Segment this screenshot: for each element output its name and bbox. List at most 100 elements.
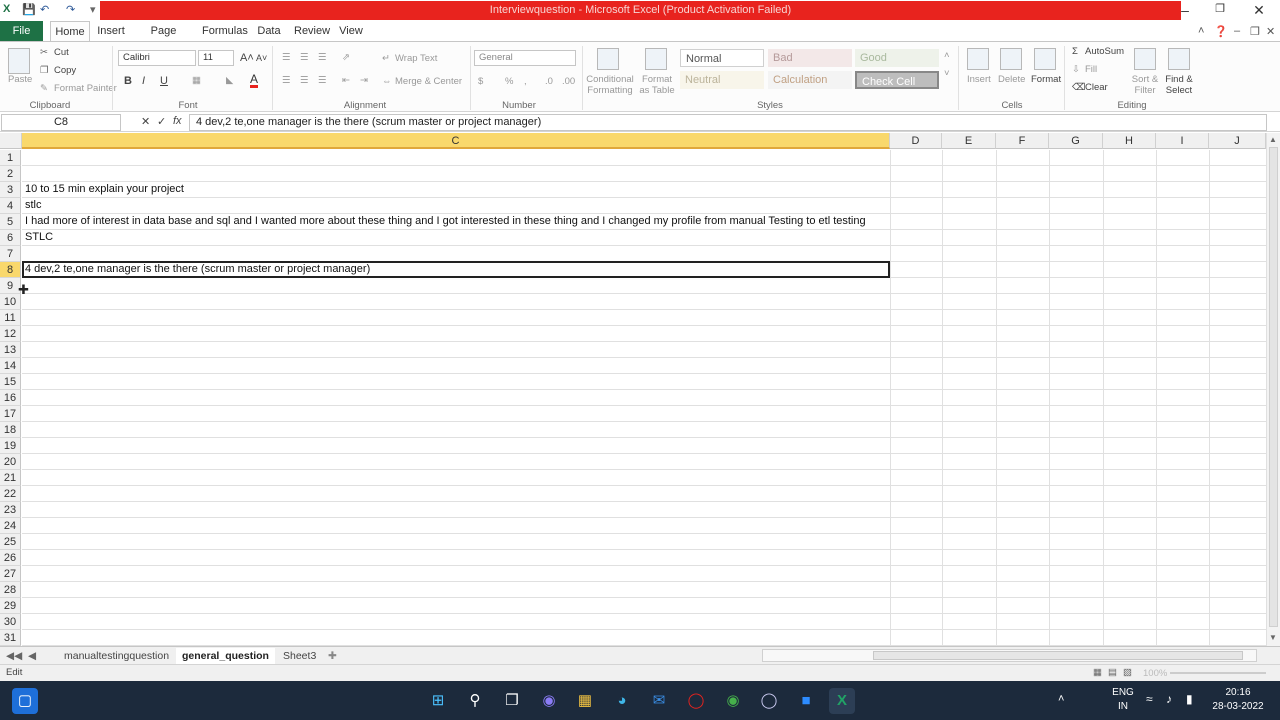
fill-color-icon[interactable]: ◣: [226, 75, 233, 86]
scroll-down-icon[interactable]: ▼: [1269, 633, 1277, 642]
fill-icon[interactable]: ⇩: [1072, 64, 1080, 75]
row-header[interactable]: 5: [0, 214, 21, 230]
chat-icon[interactable]: ◉: [536, 688, 562, 714]
tab-view[interactable]: View: [338, 21, 364, 41]
browser-icon[interactable]: ◯: [756, 688, 782, 714]
copy-button[interactable]: Copy: [54, 65, 76, 76]
row-header[interactable]: 8: [0, 262, 21, 278]
styles-scroll-down-icon[interactable]: ˅: [944, 68, 950, 79]
scroll-up-icon[interactable]: ▲: [1269, 135, 1277, 144]
row-header[interactable]: 14: [0, 358, 21, 374]
orientation-icon[interactable]: ⇗: [342, 52, 350, 63]
tab-formulas[interactable]: Formulas: [202, 21, 248, 41]
clock-time[interactable]: 20:16: [1208, 687, 1268, 698]
number-format-select[interactable]: General: [474, 50, 576, 66]
excel-taskbar-icon[interactable]: X: [829, 688, 855, 714]
delete-cells-icon[interactable]: [1000, 48, 1022, 70]
row-header[interactable]: 24: [0, 518, 21, 534]
cell-c4[interactable]: stlc: [25, 197, 42, 213]
start-icon[interactable]: ⊞: [425, 688, 451, 714]
row-header[interactable]: 30: [0, 614, 21, 630]
comma-icon[interactable]: ,: [524, 76, 527, 87]
minimize-icon[interactable]: –: [1170, 2, 1200, 20]
help-icon[interactable]: ❓: [1214, 25, 1228, 38]
name-box[interactable]: C8: [1, 114, 121, 131]
tab-review[interactable]: Review: [294, 21, 330, 41]
style-check-cell[interactable]: Check Cell: [855, 71, 939, 89]
zoom-level[interactable]: 100%: [1143, 668, 1167, 679]
doc-minimize-icon[interactable]: –: [1234, 25, 1240, 37]
row-header[interactable]: 22: [0, 486, 21, 502]
cut-icon[interactable]: ✂: [40, 47, 48, 58]
tab-page-layout[interactable]: Page Layout: [136, 21, 191, 57]
row-header[interactable]: 16: [0, 390, 21, 406]
conditional-formatting-button[interactable]: Conditional Formatting: [586, 74, 634, 96]
redo-icon[interactable]: ↷: [66, 3, 75, 16]
formula-input[interactable]: 4 dev,2 te,one manager is the there (scr…: [189, 114, 1267, 131]
styles-scroll-up-icon[interactable]: ˄: [944, 50, 950, 61]
align-top-icon[interactable]: ☰: [282, 52, 291, 63]
insert-cells-icon[interactable]: [967, 48, 989, 70]
font-name-select[interactable]: Calibri: [118, 50, 196, 66]
style-normal[interactable]: Normal: [680, 49, 764, 67]
mail-icon[interactable]: ✉: [646, 688, 672, 714]
underline-button[interactable]: U: [160, 75, 168, 87]
minimize-ribbon-icon[interactable]: ˄: [1198, 25, 1204, 37]
insert-sheet-icon[interactable]: ✚: [322, 648, 343, 664]
sheet-nav-prev-icon[interactable]: ◀: [22, 648, 42, 664]
volume-icon[interactable]: ♪: [1166, 692, 1172, 706]
vertical-scroll-thumb[interactable]: [1269, 147, 1278, 627]
doc-close-icon[interactable]: ✕: [1266, 25, 1275, 38]
currency-icon[interactable]: $: [478, 76, 483, 87]
row-header[interactable]: 20: [0, 454, 21, 470]
row-header[interactable]: 11: [0, 310, 21, 326]
row-header[interactable]: 17: [0, 406, 21, 422]
wifi-icon[interactable]: ≈: [1146, 692, 1153, 706]
cut-button[interactable]: Cut: [54, 47, 69, 58]
row-header[interactable]: 19: [0, 438, 21, 454]
delete-cells-button[interactable]: Delete: [998, 74, 1025, 85]
opera-icon[interactable]: ◯: [683, 688, 709, 714]
doc-restore-icon[interactable]: ❐: [1250, 25, 1260, 38]
autosum-icon[interactable]: Σ: [1072, 46, 1078, 57]
confirm-entry-icon[interactable]: ✓: [157, 115, 166, 128]
restore-icon[interactable]: ❐: [1205, 2, 1235, 20]
save-icon[interactable]: 💾: [22, 3, 36, 16]
chrome-icon[interactable]: ◉: [720, 688, 746, 714]
cell-c5[interactable]: I had more of interest in data base and …: [25, 213, 866, 229]
align-bottom-icon[interactable]: ☰: [318, 52, 327, 63]
increase-decimal-icon[interactable]: .0: [545, 76, 553, 87]
page-break-view-icon[interactable]: ▧: [1123, 667, 1132, 678]
borders-icon[interactable]: ▦: [192, 75, 201, 86]
align-middle-icon[interactable]: ☰: [300, 52, 309, 63]
column-header-i[interactable]: I: [1156, 133, 1209, 149]
merge-center-button[interactable]: Merge & Center: [395, 76, 462, 87]
tab-home[interactable]: Home: [50, 21, 90, 42]
tab-insert[interactable]: Insert: [96, 21, 126, 41]
sheet-tab-sheet3[interactable]: Sheet3: [277, 648, 322, 664]
row-header[interactable]: 7: [0, 246, 21, 262]
format-as-table-icon[interactable]: [645, 48, 667, 70]
percent-icon[interactable]: %: [505, 76, 513, 87]
clock-date[interactable]: 28-03-2022: [1208, 701, 1268, 712]
insert-cells-button[interactable]: Insert: [967, 74, 991, 85]
desktop-preview-icon[interactable]: ▢: [12, 688, 38, 714]
copy-icon[interactable]: ❐: [40, 65, 49, 76]
row-header[interactable]: 6: [0, 230, 21, 246]
sort-filter-icon[interactable]: [1134, 48, 1156, 70]
page-layout-view-icon[interactable]: ▤: [1108, 667, 1117, 678]
italic-button[interactable]: I: [142, 75, 145, 87]
find-select-button[interactable]: Find & Select: [1162, 74, 1196, 96]
worksheet-grid[interactable]: C D E F G H I J 1 2 3 4 5 6 7 8 9 10 11 12 13 14 15 16 1…: [0, 133, 1266, 646]
file-explorer-icon[interactable]: ▦: [572, 688, 598, 714]
row-header[interactable]: 26: [0, 550, 21, 566]
merge-center-icon[interactable]: ⇔: [382, 76, 392, 87]
align-center-icon[interactable]: ☰: [300, 75, 309, 86]
sheet-tab-general-question[interactable]: general_question: [176, 648, 275, 664]
language-indicator[interactable]: ENG: [1112, 687, 1134, 698]
column-header-e[interactable]: E: [942, 133, 996, 149]
font-size-select[interactable]: 11: [198, 50, 234, 66]
wrap-text-button[interactable]: Wrap Text: [395, 53, 437, 64]
undo-icon[interactable]: ↶: [40, 3, 49, 16]
sort-filter-button[interactable]: Sort & Filter: [1130, 74, 1160, 96]
